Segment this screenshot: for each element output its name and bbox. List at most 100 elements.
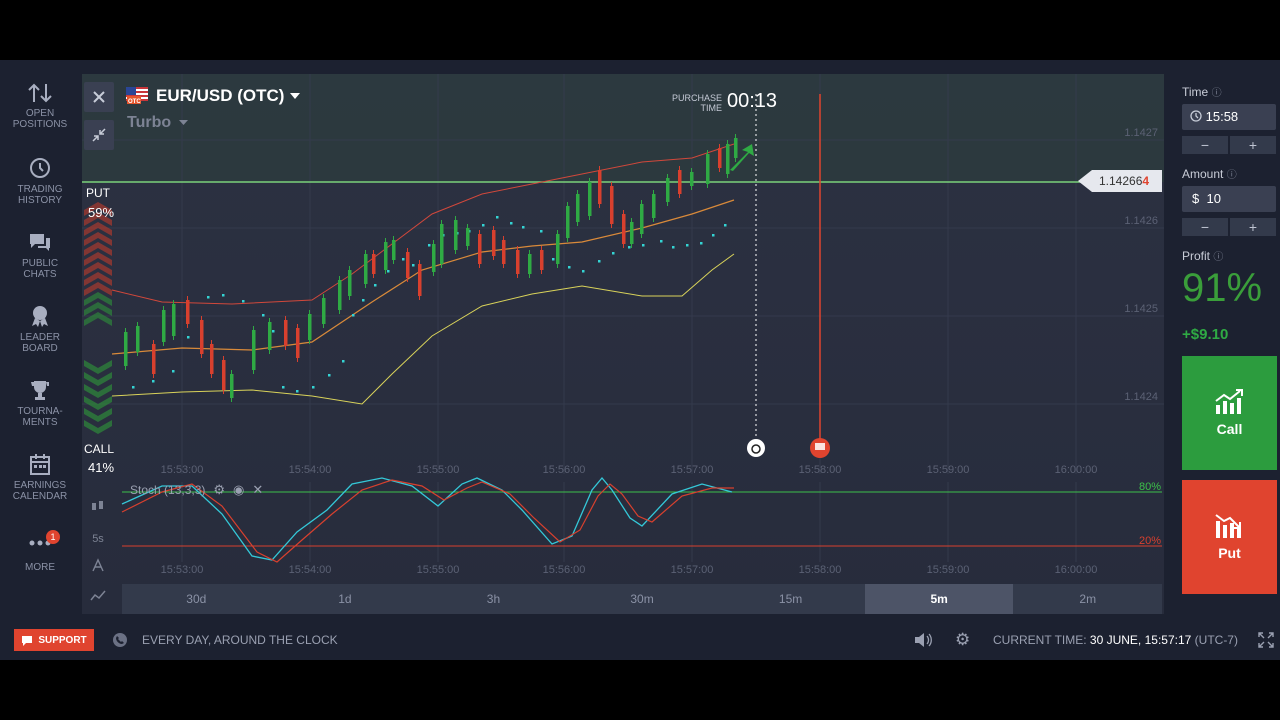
- candle: [338, 280, 342, 310]
- current-time-label: CURRENT TIME:: [993, 633, 1087, 647]
- sar-dot: [672, 246, 675, 249]
- phone-icon: [113, 633, 127, 647]
- candle: [418, 264, 422, 296]
- candle: [492, 230, 496, 256]
- help-icon[interactable]: ⓘ: [1212, 88, 1222, 99]
- candle: [726, 144, 730, 174]
- time-tick-label: 15:58:00: [799, 464, 842, 476]
- profit-amount: +$9.10: [1182, 326, 1229, 343]
- amount-minus-button[interactable]: −: [1182, 218, 1228, 236]
- call-button-label: Call: [1216, 421, 1243, 437]
- call-button[interactable]: Call: [1182, 356, 1277, 470]
- amount-field[interactable]: $ 10: [1182, 186, 1276, 212]
- sidebar-item-label: TRADING: [17, 184, 63, 195]
- trade-panel: Time ⓘ 15:58 − + Amount ⓘ $ 10 − + Profi…: [1176, 74, 1280, 614]
- timeframe-2m[interactable]: 2m: [1013, 584, 1162, 614]
- sentiment-chevron: [84, 384, 112, 398]
- candle-interval-button[interactable]: 5s: [84, 524, 112, 554]
- sidebar-item-tournaments[interactable]: TOURNA- MENTS: [6, 378, 74, 428]
- settings-icon[interactable]: ⚙: [213, 482, 225, 498]
- price-tick-label: 1.1427: [1124, 127, 1158, 139]
- time-tick-label: 15:56:00: [543, 564, 586, 576]
- sar-dot: [428, 244, 431, 247]
- sar-dot: [152, 380, 155, 383]
- sidebar-item-trading-history[interactable]: TRADING HISTORY: [6, 156, 74, 206]
- timeframe-30d[interactable]: 30d: [122, 584, 271, 614]
- purchase-time-countdown: 00:13: [727, 90, 778, 112]
- candle: [610, 186, 614, 224]
- time-field[interactable]: 15:58: [1182, 104, 1276, 130]
- sidebar-item-public-chats[interactable]: PUBLIC CHATS: [6, 230, 74, 280]
- candle: [588, 182, 592, 216]
- put-sentiment-label: PUT: [86, 186, 110, 200]
- trophy-icon: [31, 381, 49, 400]
- close-chart-button[interactable]: [84, 82, 114, 112]
- timeframe-1d[interactable]: 1d: [271, 584, 420, 614]
- current-time-value: 30 JUNE, 15:57:17: [1089, 633, 1192, 647]
- close-icon[interactable]: ✕: [252, 482, 263, 498]
- sidebar-item-more[interactable]: 1 MORE: [6, 530, 74, 573]
- sidebar-item-open-positions[interactable]: OPEN POSITIONS: [6, 82, 74, 130]
- candle: [718, 148, 722, 168]
- sar-dot: [412, 264, 415, 267]
- settings-icon[interactable]: ⚙: [955, 630, 970, 650]
- time-plus-button[interactable]: +: [1230, 136, 1276, 154]
- sidebar-item-earnings-calendar[interactable]: EARNINGS CALENDAR: [6, 452, 74, 502]
- candle: [478, 234, 482, 264]
- mode-label: Turbo: [127, 114, 172, 131]
- mode-selector[interactable]: Turbo: [127, 114, 188, 132]
- time-minus-button[interactable]: −: [1182, 136, 1228, 154]
- candle: [440, 224, 444, 264]
- chart-down-icon: [1214, 514, 1241, 538]
- purchase-time-label: PURCHASE TIME: [672, 93, 722, 113]
- indicators-button[interactable]: [84, 584, 112, 614]
- sar-dot: [242, 300, 245, 303]
- price-tick-label: 1.1426: [1124, 215, 1158, 227]
- history-icon: [30, 158, 50, 178]
- timeframe-3h[interactable]: 3h: [419, 584, 568, 614]
- sar-dot: [207, 296, 210, 299]
- time-tick-label: 16:00:00: [1055, 564, 1098, 576]
- chart-type-button[interactable]: [84, 494, 112, 524]
- candle: [598, 170, 602, 204]
- current-time: CURRENT TIME: 30 JUNE, 15:57:17 (UTC-7): [993, 633, 1238, 647]
- collapse-chart-button[interactable]: [84, 120, 114, 150]
- eye-icon[interactable]: ◉: [233, 482, 244, 498]
- drawing-tool-button[interactable]: [84, 554, 112, 584]
- amount-value: 10: [1206, 191, 1221, 206]
- chart-tools: 5s: [84, 494, 112, 614]
- help-icon[interactable]: ⓘ: [1213, 252, 1223, 263]
- time-tick-label: 15:53:00: [161, 464, 204, 476]
- candle: [152, 344, 156, 374]
- timeframe-5m[interactable]: 5m: [864, 584, 1014, 614]
- amount-plus-button[interactable]: +: [1230, 218, 1276, 236]
- sidebar-item-leader-board[interactable]: LEADER BOARD: [6, 304, 74, 354]
- sidebar-item-label: PUBLIC: [21, 258, 59, 269]
- sar-dot: [222, 294, 225, 297]
- candle: [540, 250, 544, 270]
- help-icon[interactable]: ⓘ: [1227, 170, 1237, 181]
- timeframe-30m[interactable]: 30m: [568, 584, 717, 614]
- drawing-icon: [92, 558, 104, 572]
- asset-selector[interactable]: OTC EUR/USD (OTC): [126, 84, 301, 108]
- candle: [640, 204, 644, 234]
- finish-flag-icon-mark: [815, 443, 825, 450]
- price-chart[interactable]: 15:53:00 15:53:00 15:54:00 15:54:00 15:55:00…: [82, 74, 1164, 614]
- candle: [124, 332, 128, 366]
- sound-icon[interactable]: [914, 632, 932, 648]
- sar-dot: [496, 216, 499, 219]
- sar-dot: [402, 258, 405, 261]
- chart-area[interactable]: 15:53:00 15:53:00 15:54:00 15:54:00 15:55:00…: [82, 74, 1164, 614]
- close-icon: [93, 91, 105, 103]
- fullscreen-icon[interactable]: [1258, 632, 1274, 648]
- candle: [296, 328, 300, 358]
- time-tick-label: 15:59:00: [927, 464, 970, 476]
- time-label-text: Time: [1182, 85, 1209, 99]
- timeframe-15m[interactable]: 15m: [716, 584, 865, 614]
- chat-icon: [30, 234, 50, 251]
- sidebar-item-label: MORE: [25, 562, 55, 573]
- put-button[interactable]: Put: [1182, 480, 1277, 594]
- trading-app: OPEN POSITIONS TRADING HISTORY PUBLIC CH…: [0, 60, 1280, 660]
- support-button[interactable]: SUPPORT: [14, 629, 94, 651]
- candle: [222, 360, 226, 390]
